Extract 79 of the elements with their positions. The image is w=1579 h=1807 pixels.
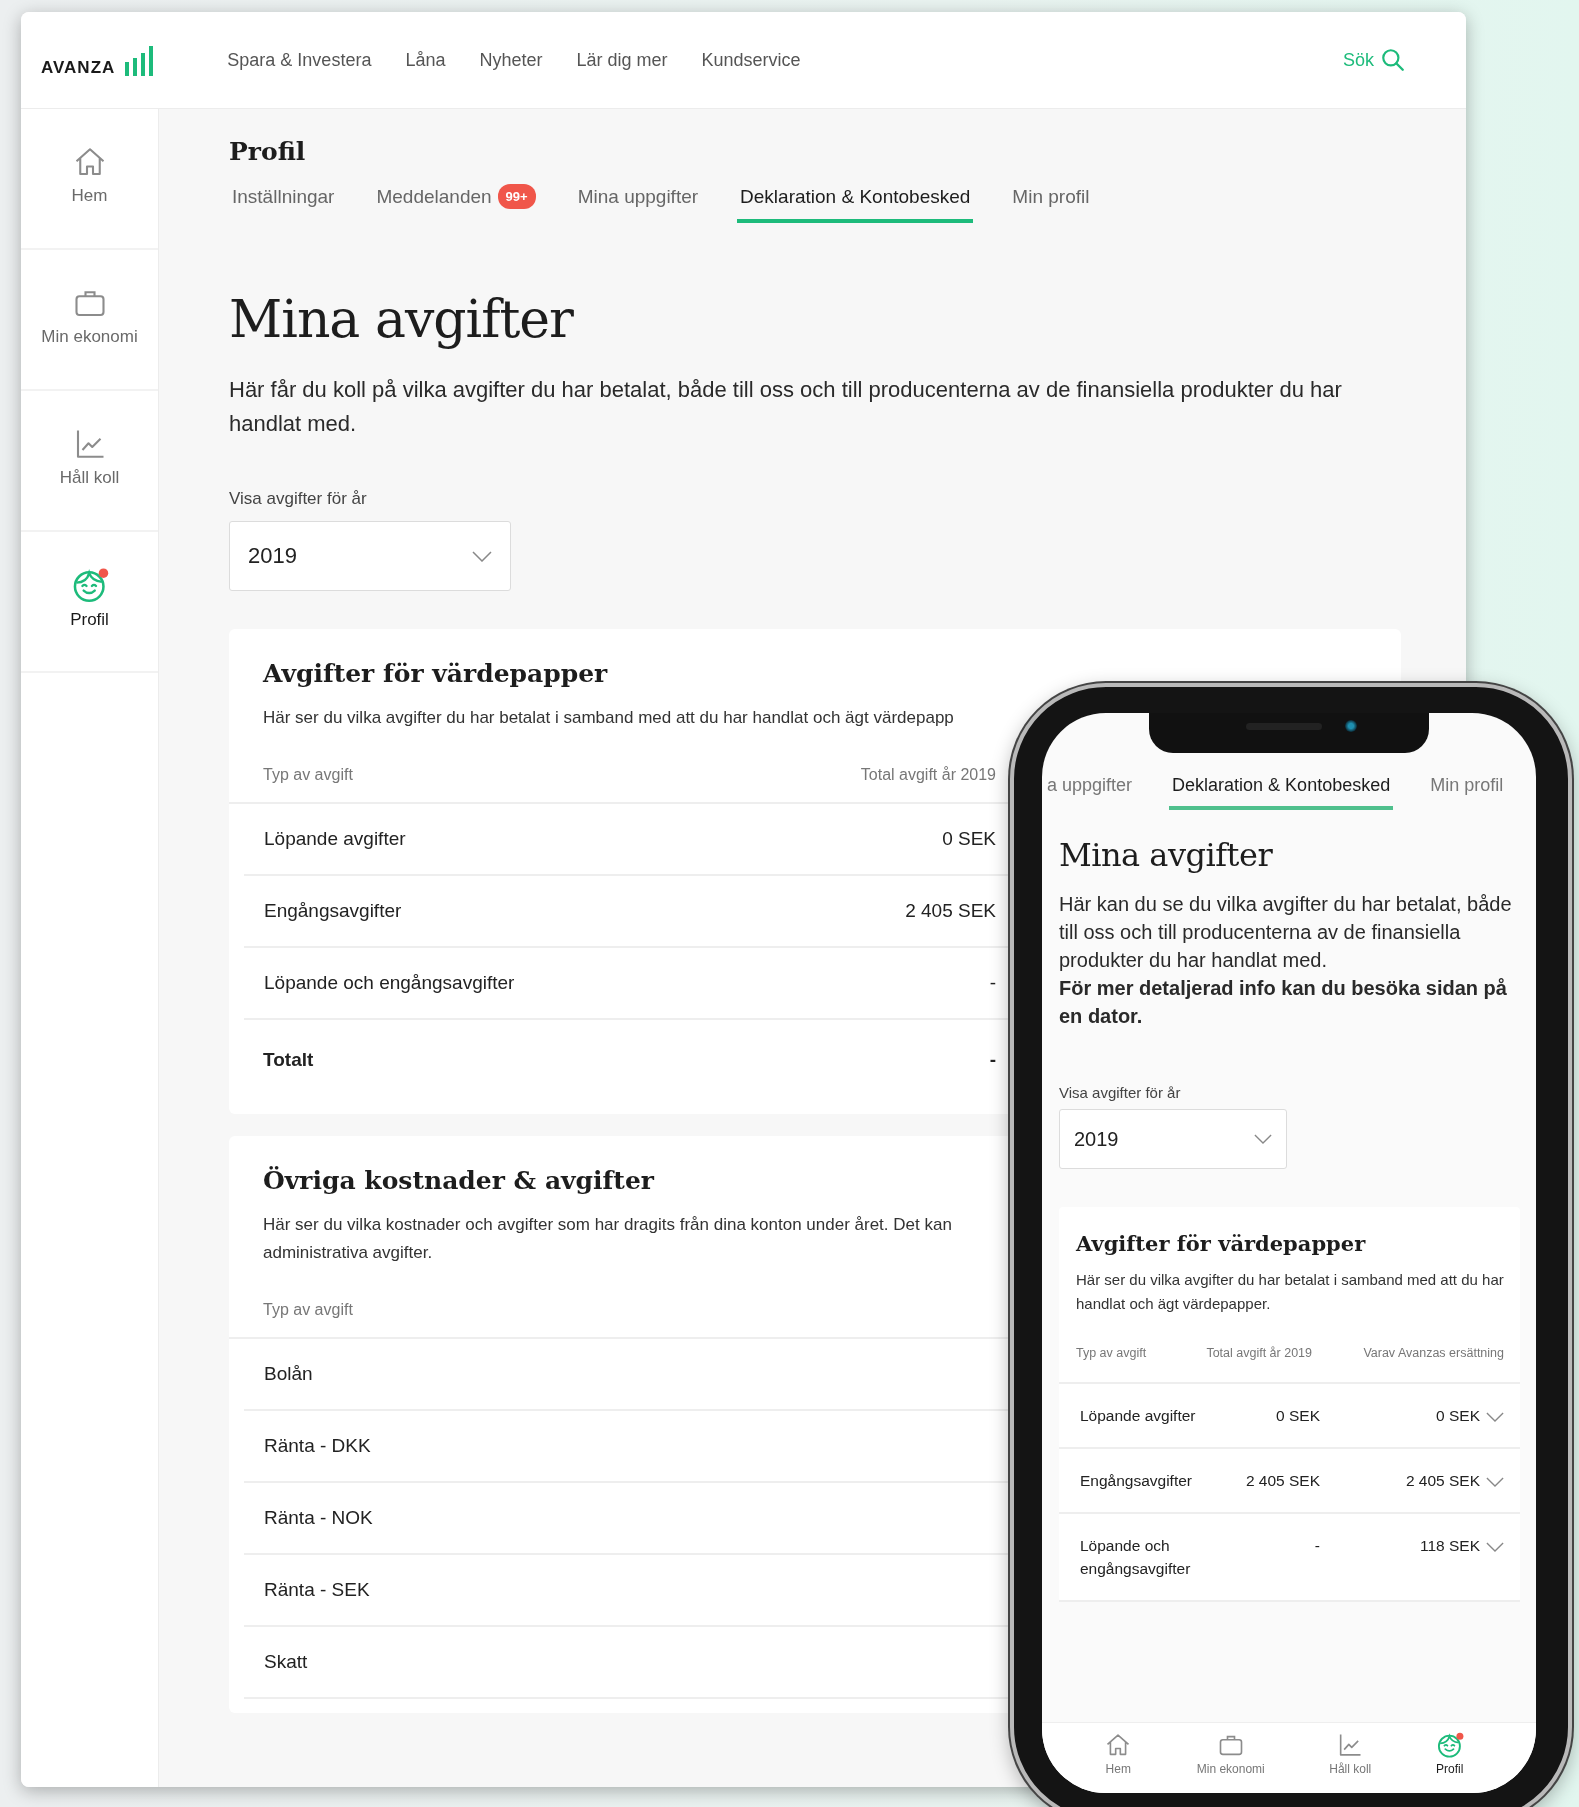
sidebar-item[interactable]: Min ekonomi: [21, 250, 158, 391]
row-label: Löpande avgifter: [1080, 1406, 1197, 1426]
row-label: Löpande och engångsavgifter: [1080, 1536, 1192, 1579]
nav-link[interactable]: Kundservice: [701, 49, 801, 71]
row-label: Löpande avgifter: [264, 828, 407, 850]
row-value: 118 SEK: [1418, 1536, 1480, 1556]
tab[interactable]: a uppgifter: [1044, 775, 1136, 810]
row-value: 2 405 SEK: [1404, 1471, 1480, 1491]
bottom-nav-item[interactable]: Håll koll: [1329, 1723, 1372, 1793]
bottom-nav-item[interactable]: Min ekonomi: [1196, 1723, 1265, 1793]
field-label: Visa avgifter för år: [1059, 1084, 1182, 1101]
row-label: Ränta - DKK: [264, 1435, 372, 1457]
column-header: Typ av avgift: [263, 766, 354, 784]
chevron-down-icon: [1254, 1134, 1272, 1144]
chevron-down-icon: [1486, 1542, 1504, 1552]
page-title: Profil: [229, 137, 307, 166]
row-label: Engångsavgifter: [1080, 1471, 1194, 1491]
page-heading: Mina avgifter: [1059, 836, 1274, 874]
tab[interactable]: Meddelanden 99+: [373, 184, 539, 223]
year-dropdown[interactable]: 2019: [1059, 1109, 1287, 1169]
row-label: Totalt: [263, 1049, 315, 1071]
row-label: Skatt: [264, 1651, 309, 1673]
row-value: 2 405 SEK: [905, 900, 996, 922]
intro-text: Här kan du se du vilka avgifter du har betalat, både till oss och till producenterna av de finansiella produkter du har handlat med. För mer detaljerad info kan du besöka sidan på en dator.: [1059, 892, 1513, 1029]
nav-link[interactable]: Lär dig mer: [576, 49, 668, 71]
bottom-nav-item[interactable]: Profil: [1435, 1723, 1464, 1793]
bars-logo-icon: [123, 44, 156, 76]
section-description: administrativa avgifter.: [263, 1242, 433, 1264]
row-label: Ränta - SEK: [264, 1579, 371, 1601]
section-description: Här ser du vilka avgifter du har betalat i samband med att du har handlat och ägt värdepapp: [263, 707, 954, 729]
count-badge: 99+: [497, 184, 536, 209]
tab[interactable]: Inställningar: [229, 184, 338, 223]
row-value: 0 SEK: [942, 828, 996, 850]
sidebar-item[interactable]: Hem: [21, 109, 158, 250]
section-description: Här ser du vilka kostnader och avgifter som har dragits från dina konton under året. Det kan: [263, 1214, 952, 1236]
row-value: -: [989, 972, 996, 994]
smiling-face-icon: [1435, 1731, 1464, 1759]
nav-link[interactable]: Nyheter: [479, 49, 543, 71]
section-title: Avgifter för värdepapper: [1076, 1231, 1367, 1256]
column-header: Total avgift år 2019: [860, 766, 996, 784]
tab[interactable]: Deklaration & Kontobesked: [1169, 775, 1394, 810]
tab[interactable]: Deklaration & Kontobesked: [737, 184, 974, 223]
page-heading: Mina avgifter: [229, 289, 575, 349]
column-header: Typ av avgift: [1076, 1346, 1148, 1360]
tab[interactable]: Min profil: [1009, 184, 1093, 223]
field-label: Visa avgifter för år: [229, 489, 368, 509]
expandable-row[interactable]: Löpande och engångsavgifter - 118 SEK: [1059, 1514, 1520, 1602]
camera-lens: [1345, 720, 1357, 732]
column-header: Typ av avgift: [263, 1301, 354, 1319]
logo-wordmark: AVANZA: [41, 59, 116, 76]
sidebar-item[interactable]: Profil: [21, 532, 158, 673]
section-title: Avgifter för värdepapper: [263, 659, 609, 688]
expandable-row[interactable]: Löpande avgifter 0 SEK 0 SEK: [1059, 1384, 1520, 1449]
year-dropdown[interactable]: 2019: [229, 521, 511, 591]
row-value: -: [989, 1049, 996, 1071]
row-label: Löpande och engångsavgifter: [264, 972, 516, 994]
section-description: Här ser du vilka avgifter du har betalat i samband med att du har handlat och ägt värdepapper.: [1076, 1270, 1504, 1314]
nav-link[interactable]: Spara & Investera: [227, 49, 372, 71]
row-value: 2 405 SEK: [1244, 1471, 1320, 1491]
intro-text: Här får du koll på vilka avgifter du har betalat, både till oss och till producenterna av de finansiella produkter du har handlat med.: [229, 376, 1343, 438]
row-label: Bolån: [264, 1363, 314, 1385]
row-value: 0 SEK: [1435, 1406, 1480, 1426]
sidebar-item[interactable]: Håll koll: [21, 391, 158, 532]
column-header: Varav Avanzas ersättning: [1362, 1346, 1504, 1360]
row-label: Ränta - NOK: [264, 1507, 374, 1529]
chevron-down-icon: [1486, 1477, 1504, 1487]
section-title: Övriga kostnader & avgifter: [263, 1166, 656, 1195]
column-header: Total avgift år 2019: [1205, 1346, 1312, 1360]
chevron-down-icon: [1486, 1412, 1504, 1422]
bottom-nav-item[interactable]: Hem: [1104, 1723, 1133, 1793]
chevron-down-icon: [472, 550, 492, 562]
row-value: -: [1313, 1536, 1320, 1556]
nav-link[interactable]: Låna: [405, 49, 446, 71]
row-value: 0 SEK: [1275, 1406, 1320, 1426]
search-icon: [1380, 47, 1406, 73]
row-label: Engångsavgifter: [264, 900, 403, 922]
tab[interactable]: Min profil: [1427, 775, 1507, 810]
expandable-row[interactable]: Engångsavgifter 2 405 SEK 2 405 SEK: [1059, 1449, 1520, 1514]
tab[interactable]: Mina uppgifter: [574, 184, 702, 223]
